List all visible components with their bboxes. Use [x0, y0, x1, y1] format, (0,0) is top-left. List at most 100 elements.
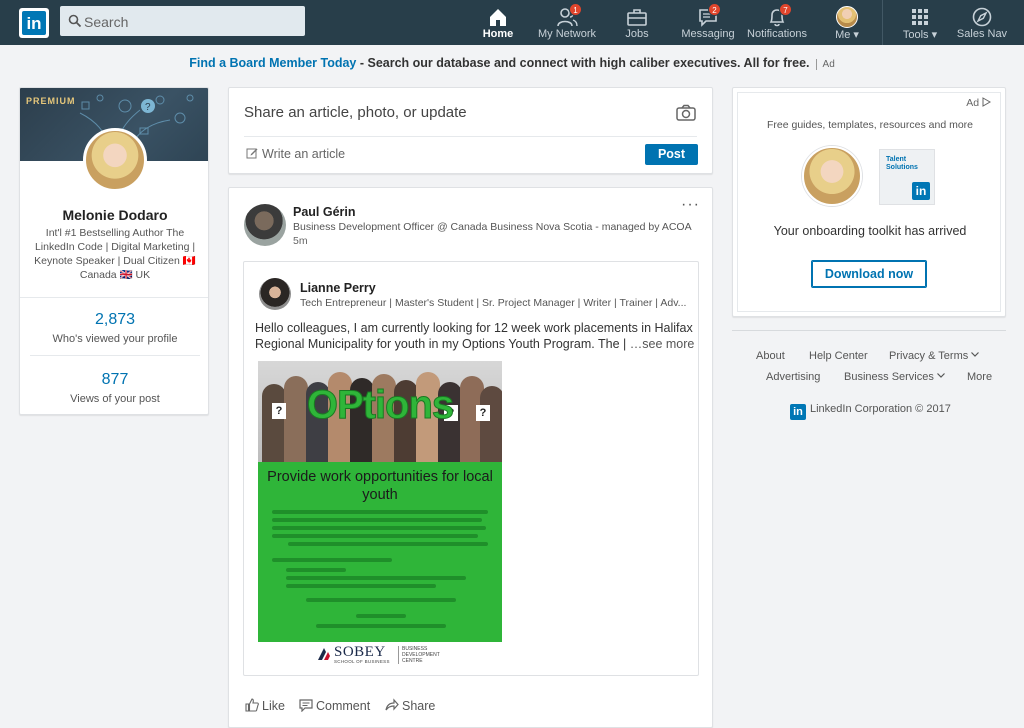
nav-messaging-label: Messaging	[681, 28, 735, 40]
grid-icon	[912, 9, 928, 25]
post-button[interactable]: Post	[645, 144, 698, 165]
compass-icon	[972, 7, 992, 27]
feed-post: Paul Gérin Business Development Officer …	[228, 187, 713, 728]
search-placeholder: Search	[84, 14, 129, 30]
profile-views-count[interactable]: 2,873	[20, 311, 208, 329]
poster-photo: ? ? ? OPtions	[258, 361, 502, 462]
ad-banner-separator: -	[356, 56, 368, 70]
top-nav: in Search Home 1 My Network Jobs 2 Messa…	[0, 0, 1024, 45]
comment-label: Comment	[316, 699, 371, 713]
right-rail-divider	[732, 330, 1006, 331]
comment-icon	[299, 699, 313, 712]
write-article-link[interactable]: Write an article	[246, 147, 345, 161]
share-label: Share	[402, 699, 436, 713]
footer-link-business-services[interactable]: Business Services	[844, 371, 945, 383]
nav-home-label: Home	[482, 28, 514, 40]
poster-footer: SOBEY SCHOOL OF BUSINESS BUSINESS DEVELO…	[258, 642, 502, 668]
linkedin-logo[interactable]: in	[19, 8, 49, 38]
profile-divider	[20, 297, 208, 298]
ad-banner: Find a Board Member Today - Search our d…	[0, 56, 1024, 70]
nav-home[interactable]: Home	[476, 4, 520, 44]
shared-post-body: Hello colleagues, I am currently looking…	[255, 321, 693, 351]
like-button[interactable]: Like	[245, 698, 285, 713]
ad-banner-link[interactable]: Find a Board Member Today	[189, 56, 356, 70]
profile-headline: Int'l #1 Bestselling Author The LinkedIn…	[34, 227, 196, 281]
nav-messaging[interactable]: 2 Messaging	[680, 3, 736, 44]
poster-body: Provide work opportunities for local you…	[258, 462, 502, 642]
nav-jobs-label: Jobs	[625, 28, 649, 40]
nav-tools[interactable]: Tools ▾	[900, 4, 940, 44]
nav-sales-nav[interactable]: Sales Nav	[956, 4, 1008, 44]
ad-banner-text: Search our database and connect with hig…	[367, 56, 810, 70]
nav-my-network[interactable]: 1 My Network	[534, 3, 600, 44]
poster-fine-print	[286, 584, 436, 588]
write-article-label: Write an article	[262, 147, 346, 161]
copyright-text: LinkedIn Corporation © 2017	[810, 403, 951, 415]
share-button[interactable]: Share	[385, 698, 435, 713]
poster-fine-print	[288, 542, 488, 546]
nav-notifications[interactable]: 7 Notifications	[744, 3, 810, 44]
author-avatar[interactable]	[244, 204, 286, 246]
camera-icon[interactable]	[676, 104, 696, 122]
linkedin-logo-icon: in	[912, 182, 930, 200]
footer-link-more[interactable]: More	[967, 371, 992, 383]
profile-views-label[interactable]: Who's viewed your profile	[20, 333, 208, 345]
profile-name[interactable]: Melonie Dodaro	[20, 207, 208, 223]
poster-title: OPtions	[306, 383, 454, 428]
ad-banner-tag: Ad	[815, 59, 835, 70]
notifications-badge: 7	[779, 3, 792, 16]
profile-avatar[interactable]	[83, 128, 147, 192]
download-now-button[interactable]: Download now	[811, 260, 927, 288]
sobey-subtitle: SCHOOL OF BUSINESS	[334, 659, 390, 664]
poster-fine-print	[272, 558, 392, 562]
footer-link-privacy-terms[interactable]: Privacy & Terms	[889, 350, 980, 362]
share-box: Share an article, photo, or update Write…	[228, 87, 713, 174]
ad-subtitle: Free guides, templates, resources and mo…	[766, 119, 974, 131]
post-views-label[interactable]: Views of your post	[20, 393, 208, 405]
ad-label[interactable]: Ad	[966, 97, 992, 109]
shared-post-image[interactable]: ? ? ? OPtions Provide work opportunities…	[258, 361, 502, 668]
network-badge: 1	[569, 3, 582, 16]
footer-link-advertising[interactable]: Advertising	[766, 371, 820, 383]
nav-my-network-label: My Network	[537, 28, 597, 40]
poster-fine-print	[286, 576, 466, 580]
author-name[interactable]: Paul Gérin	[293, 205, 356, 219]
footer-link-help-center[interactable]: Help Center	[809, 350, 868, 362]
shared-author-avatar[interactable]	[259, 278, 291, 310]
search-icon	[68, 14, 82, 28]
like-label: Like	[262, 699, 285, 713]
nav-me-label: Me ▾	[835, 29, 859, 41]
linkedin-logo-mark: in	[22, 11, 46, 35]
chevron-down-icon	[971, 352, 980, 357]
poster-fine-print	[286, 568, 346, 572]
shared-post[interactable]: Lianne Perry Tech Entrepreneur | Master'…	[243, 261, 699, 676]
nav-sales-nav-label: Sales Nav	[956, 28, 1008, 40]
shared-post-text: Hello colleagues, I am currently looking…	[255, 320, 695, 352]
talent-solutions-logo: Talent Solutions in	[879, 149, 935, 205]
share-prompt[interactable]: Share an article, photo, or update	[244, 104, 467, 121]
poster-fine-print	[272, 534, 478, 538]
more-options-icon[interactable]: ···	[681, 196, 700, 214]
nav-divider	[882, 0, 883, 45]
business-development-centre: BUSINESS DEVELOPMENT CENTRE	[398, 646, 440, 664]
poster-fine-print	[272, 510, 488, 514]
nav-tools-label: Tools ▾	[902, 29, 938, 41]
footer-link-about[interactable]: About	[756, 350, 785, 362]
comment-button[interactable]: Comment	[299, 698, 370, 713]
thumbs-up-icon	[245, 698, 259, 712]
search-input[interactable]: Search	[60, 6, 305, 36]
ad-message: Your onboarding toolkit has arrived	[773, 224, 967, 238]
poster-heading: Provide work opportunities for local you…	[267, 469, 493, 503]
see-more-link[interactable]: …see more	[630, 337, 695, 351]
nav-me[interactable]: Me ▾	[828, 4, 866, 44]
nav-jobs[interactable]: Jobs	[618, 4, 656, 44]
post-views-count[interactable]: 877	[20, 371, 208, 389]
pencil-icon	[246, 148, 258, 159]
post-timestamp: 5m	[293, 235, 308, 247]
share-divider	[244, 136, 697, 137]
poster-fine-print	[272, 526, 486, 530]
poster-fine-print	[272, 518, 482, 522]
shared-author-name[interactable]: Lianne Perry	[300, 281, 376, 295]
briefcase-icon	[627, 9, 647, 26]
stats-divider	[30, 355, 200, 356]
